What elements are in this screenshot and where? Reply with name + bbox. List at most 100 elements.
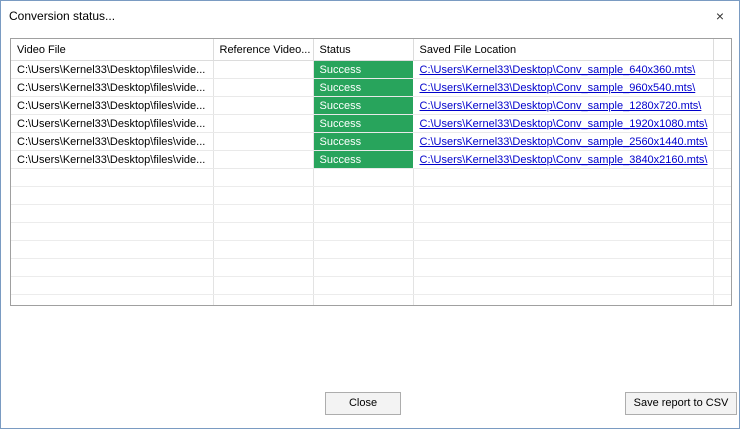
cell-status: Success (313, 96, 414, 115)
empty-row (11, 276, 731, 295)
saved-file-link[interactable]: C:\Users\Kernel33\Desktop\Conv_sample_64… (420, 64, 696, 76)
cell-video-file: C:\Users\Kernel33\Desktop\files\vide... (11, 114, 214, 133)
empty-cell (213, 186, 314, 205)
cell-filler (713, 78, 731, 97)
cell-filler (713, 96, 731, 115)
column-header-video-file[interactable]: Video File (11, 39, 214, 61)
empty-row (11, 168, 731, 187)
empty-cell (313, 168, 414, 187)
empty-row (11, 222, 731, 241)
empty-cell (11, 168, 214, 187)
empty-cell (413, 204, 714, 223)
cell-video-file: C:\Users\Kernel33\Desktop\files\vide... (11, 60, 214, 79)
empty-cell (213, 168, 314, 187)
table-row[interactable]: C:\Users\Kernel33\Desktop\files\vide... S… (11, 114, 731, 133)
empty-cell (213, 294, 314, 305)
empty-cell (413, 276, 714, 295)
empty-cell (413, 258, 714, 277)
empty-cell (713, 240, 731, 259)
column-header-filler (713, 39, 731, 61)
empty-cell (313, 294, 414, 305)
cell-filler (713, 132, 731, 151)
empty-cell (713, 222, 731, 241)
cell-saved-file-location: C:\Users\Kernel33\Desktop\Conv_sample_64… (413, 60, 714, 79)
cell-status: Success (313, 60, 414, 79)
cell-saved-file-location: C:\Users\Kernel33\Desktop\Conv_sample_12… (413, 96, 714, 115)
cell-status: Success (313, 114, 414, 133)
conversion-results-grid[interactable]: Video File Reference Video... Status Sav… (10, 38, 732, 306)
table-row[interactable]: C:\Users\Kernel33\Desktop\files\vide... S… (11, 78, 731, 97)
saved-file-link[interactable]: C:\Users\Kernel33\Desktop\Conv_sample_12… (420, 100, 702, 112)
empty-cell (713, 168, 731, 187)
empty-cell (313, 276, 414, 295)
cell-reference-video (213, 60, 314, 79)
table-row[interactable]: C:\Users\Kernel33\Desktop\files\vide... S… (11, 150, 731, 169)
empty-cell (313, 258, 414, 277)
cell-filler (713, 114, 731, 133)
title-bar: Conversion status... × (1, 1, 739, 31)
table-row[interactable]: C:\Users\Kernel33\Desktop\files\vide... S… (11, 60, 731, 79)
table-row[interactable]: C:\Users\Kernel33\Desktop\files\vide... S… (11, 96, 731, 115)
cell-status: Success (313, 132, 414, 151)
saved-file-link[interactable]: C:\Users\Kernel33\Desktop\Conv_sample_25… (420, 136, 708, 148)
empty-cell (713, 258, 731, 277)
empty-cell (11, 294, 214, 305)
empty-cell (413, 240, 714, 259)
column-header-status[interactable]: Status (313, 39, 414, 61)
cell-reference-video (213, 96, 314, 115)
empty-cell (713, 186, 731, 205)
empty-cell (413, 294, 714, 305)
empty-cell (11, 204, 214, 223)
empty-cell (213, 222, 314, 241)
empty-cell (11, 222, 214, 241)
empty-row (11, 186, 731, 205)
empty-cell (11, 258, 214, 277)
empty-cell (713, 204, 731, 223)
saved-file-link[interactable]: C:\Users\Kernel33\Desktop\Conv_sample_96… (420, 82, 696, 94)
cell-saved-file-location: C:\Users\Kernel33\Desktop\Conv_sample_19… (413, 114, 714, 133)
cell-filler (713, 60, 731, 79)
results-table: Video File Reference Video... Status Sav… (11, 39, 731, 305)
empty-cell (313, 186, 414, 205)
empty-cell (213, 204, 314, 223)
empty-cell (213, 258, 314, 277)
cell-video-file: C:\Users\Kernel33\Desktop\files\vide... (11, 150, 214, 169)
empty-row (11, 258, 731, 277)
empty-cell (313, 240, 414, 259)
cell-saved-file-location: C:\Users\Kernel33\Desktop\Conv_sample_25… (413, 132, 714, 151)
close-icon[interactable]: × (709, 5, 731, 27)
cell-reference-video (213, 150, 314, 169)
column-header-reference-video[interactable]: Reference Video... (213, 39, 314, 61)
empty-row (11, 294, 731, 305)
cell-reference-video (213, 78, 314, 97)
table-row[interactable]: C:\Users\Kernel33\Desktop\files\vide... S… (11, 132, 731, 151)
column-header-saved-file-location[interactable]: Saved File Location (413, 39, 714, 61)
empty-cell (313, 222, 414, 241)
cell-reference-video (213, 132, 314, 151)
dialog-title: Conversion status... (9, 9, 116, 23)
cell-status: Success (313, 150, 414, 169)
empty-cell (11, 240, 214, 259)
cell-video-file: C:\Users\Kernel33\Desktop\files\vide... (11, 96, 214, 115)
cell-reference-video (213, 114, 314, 133)
cell-saved-file-location: C:\Users\Kernel33\Desktop\Conv_sample_96… (413, 78, 714, 97)
cell-video-file: C:\Users\Kernel33\Desktop\files\vide... (11, 132, 214, 151)
empty-cell (413, 222, 714, 241)
empty-cell (11, 186, 214, 205)
save-report-csv-button[interactable]: Save report to CSV (625, 392, 737, 415)
empty-row (11, 204, 731, 223)
empty-cell (413, 186, 714, 205)
saved-file-link[interactable]: C:\Users\Kernel33\Desktop\Conv_sample_38… (420, 154, 708, 166)
cell-status: Success (313, 78, 414, 97)
empty-cell (413, 168, 714, 187)
empty-cell (213, 276, 314, 295)
empty-cell (11, 276, 214, 295)
conversion-status-dialog: Conversion status... × Video File Refere… (0, 0, 740, 429)
cell-saved-file-location: C:\Users\Kernel33\Desktop\Conv_sample_38… (413, 150, 714, 169)
close-button[interactable]: Close (325, 392, 401, 415)
empty-cell (713, 294, 731, 305)
saved-file-link[interactable]: C:\Users\Kernel33\Desktop\Conv_sample_19… (420, 118, 708, 130)
header-row: Video File Reference Video... Status Sav… (11, 39, 731, 61)
empty-cell (213, 240, 314, 259)
empty-cell (313, 204, 414, 223)
